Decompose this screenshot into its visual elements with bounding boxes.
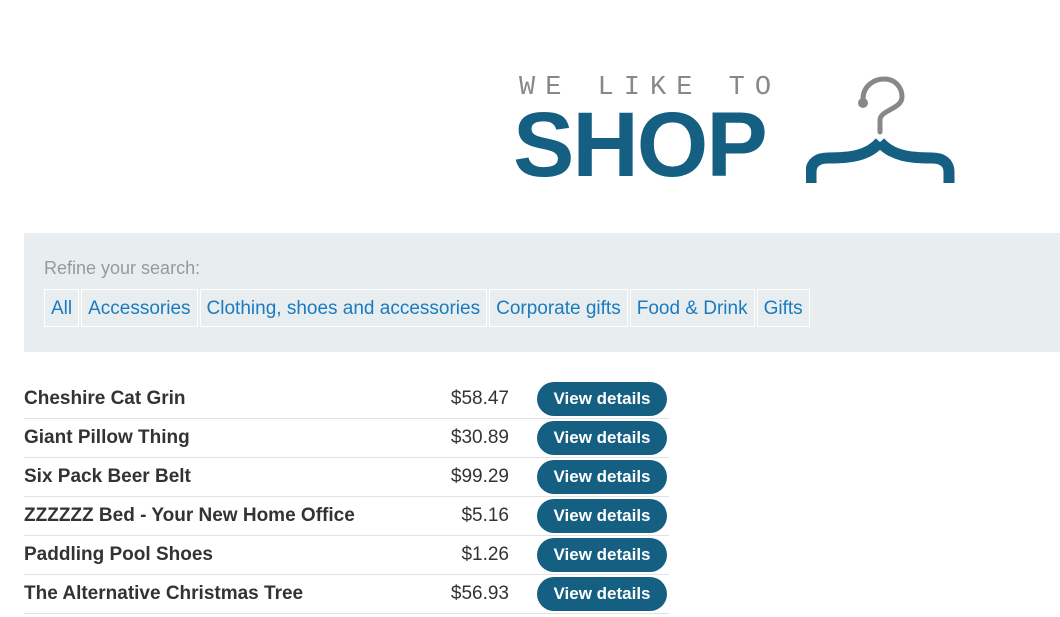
product-price: $99.29	[450, 466, 509, 487]
product-list: Cheshire Cat Grin $58.47 View details Gi…	[24, 380, 669, 614]
product-price: $56.93	[450, 583, 509, 604]
logo-word: SHOP	[513, 94, 768, 196]
product-name: Giant Pillow Thing	[24, 427, 190, 448]
page: WE LIKE TO SHOP Refine your search: All …	[0, 0, 1060, 617]
view-details-button[interactable]: View details	[537, 421, 667, 455]
site-logo[interactable]: WE LIKE TO SHOP	[513, 70, 976, 196]
filter-clothing-shoes-accessories[interactable]: Clothing, shoes and accessories	[199, 289, 488, 327]
filter-gifts[interactable]: Gifts	[756, 289, 810, 327]
filter-label: Refine your search:	[44, 258, 201, 278]
product-row: Paddling Pool Shoes $1.26 View details	[24, 536, 669, 575]
filter-list: All Accessories Clothing, shoes and acce…	[44, 289, 810, 327]
product-name: Six Pack Beer Belt	[24, 466, 191, 487]
product-name: Paddling Pool Shoes	[24, 544, 213, 565]
view-details-button[interactable]: View details	[537, 460, 667, 494]
product-price: $58.47	[450, 388, 509, 409]
product-row: Six Pack Beer Belt $99.29 View details	[24, 458, 669, 497]
product-row: Cheshire Cat Grin $58.47 View details	[24, 380, 669, 419]
filter-all[interactable]: All	[44, 289, 80, 327]
hanger-icon	[806, 76, 955, 183]
product-price: $30.89	[450, 427, 509, 448]
view-details-button[interactable]: View details	[537, 499, 667, 533]
filter-accessories[interactable]: Accessories	[81, 289, 198, 327]
product-name: ZZZZZZ Bed - Your New Home Office	[24, 505, 355, 526]
product-row: The Alternative Christmas Tree $56.93 Vi…	[24, 575, 669, 614]
product-row: ZZZZZZ Bed - Your New Home Office $5.16 …	[24, 497, 669, 536]
product-price: $5.16	[461, 505, 509, 526]
filter-panel: Refine your search: All Accessories Clot…	[24, 233, 1060, 352]
filter-corporate-gifts[interactable]: Corporate gifts	[489, 289, 628, 327]
view-details-button[interactable]: View details	[537, 382, 667, 416]
product-row: Giant Pillow Thing $30.89 View details	[24, 419, 669, 458]
view-details-button[interactable]: View details	[537, 577, 667, 611]
filter-food-drink[interactable]: Food & Drink	[629, 289, 755, 327]
product-name: The Alternative Christmas Tree	[24, 583, 304, 604]
view-details-button[interactable]: View details	[537, 538, 667, 572]
product-name: Cheshire Cat Grin	[24, 388, 186, 409]
product-price: $1.26	[461, 544, 509, 565]
